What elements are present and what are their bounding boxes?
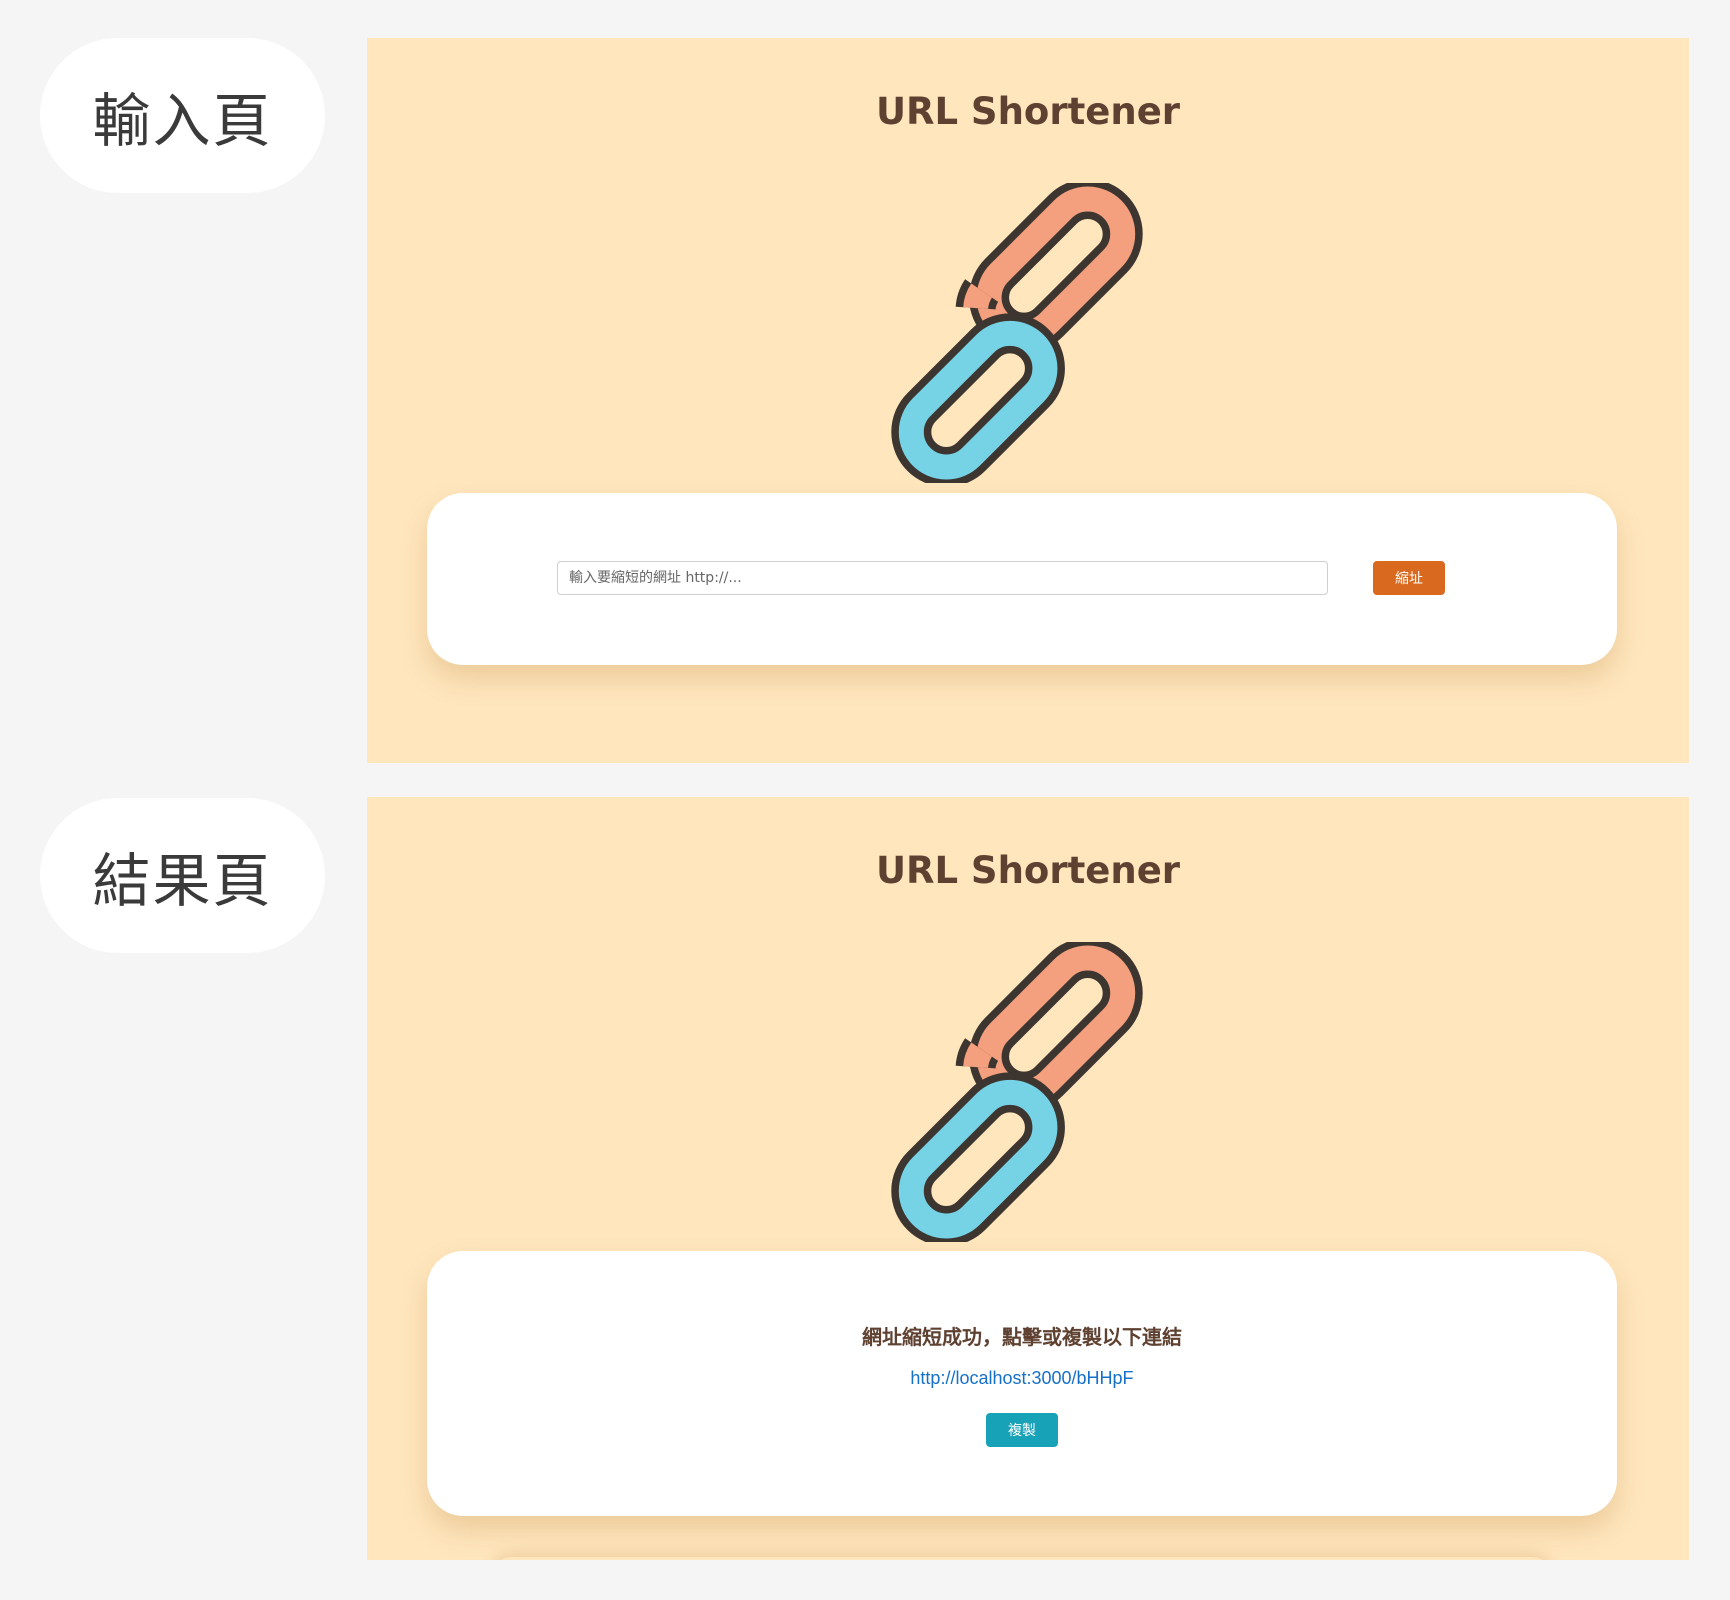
success-message: 網址縮短成功，點擊或複製以下連結 (862, 1325, 1182, 1349)
short-url-link[interactable]: http://localhost:3000/bHHpF (427, 1368, 1617, 1389)
result-page-label: 結果頁 (40, 798, 325, 953)
result-page-screenshot: URL Shortener 網址縮短成功，點擊或複製以下連結 http://lo… (367, 797, 1689, 1560)
next-card-edge (492, 1557, 1552, 1560)
chain-link-icon (867, 942, 1167, 1242)
input-page-screenshot: URL Shortener 縮址 (367, 38, 1689, 763)
copy-button[interactable]: 複製 (986, 1413, 1058, 1447)
app-title: URL Shortener (875, 849, 1181, 892)
chain-link-icon (867, 183, 1167, 483)
app-title: URL Shortener (875, 90, 1181, 133)
input-page-label: 輸入頁 (40, 38, 325, 193)
url-input[interactable] (557, 561, 1328, 595)
shorten-button[interactable]: 縮址 (1373, 561, 1445, 595)
shorten-form-card: 縮址 (427, 493, 1617, 665)
result-card: 網址縮短成功，點擊或複製以下連結 http://localhost:3000/b… (427, 1251, 1617, 1516)
